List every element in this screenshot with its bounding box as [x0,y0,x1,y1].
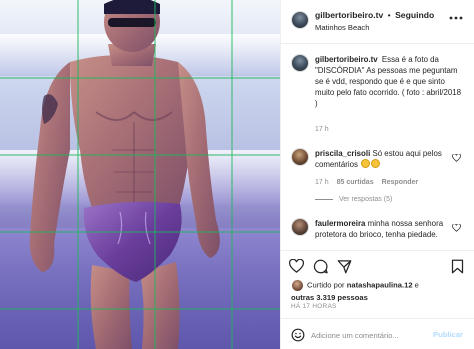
post-actions: Curtido por natashapaulina.12 e outras 3… [281,250,474,316]
comment-input[interactable] [311,327,431,343]
post-timestamp[interactable]: HÁ 17 HORAS [291,303,337,310]
smiling-emoji-icon [361,159,371,168]
caption-username[interactable]: gilbertoribeiro.tv [315,55,378,64]
comment-likes-count[interactable]: 85 curtidas [337,179,374,186]
following-button[interactable]: Seguindo [395,10,434,20]
commenter-username[interactable]: priscila_crisoli [315,149,370,158]
view-replies-label: Ver respostas (5) [339,196,393,203]
photo-grid-overlay [0,0,280,349]
bookmark-icon[interactable] [450,259,465,274]
commenter-avatar[interactable] [291,148,309,166]
reply-button[interactable]: Responder [382,179,419,186]
replies-divider [315,198,333,200]
liked-by-prefix: Curtido por [307,280,345,290]
view-replies-button[interactable]: Ver respostas (5) [315,196,392,203]
smile-icon[interactable] [291,328,305,342]
liked-by: Curtido por natashapaulina.12 e outras 3… [291,279,471,303]
comment-like-heart-icon[interactable] [452,154,461,162]
smiling-emoji-icon [371,159,381,168]
post-side-panel: gilbertoribeiro.tv • Seguindo Matinhos B… [280,0,474,349]
comment-meta: 17 h 85 curtidas Responder [315,179,418,186]
paper-plane-icon[interactable] [337,259,352,274]
comment-like-heart-icon[interactable] [452,224,461,232]
post-photo[interactable] [0,0,280,349]
post-location[interactable]: Matinhos Beach [315,23,369,32]
heart-icon[interactable] [289,259,304,274]
likes-others-count[interactable]: outras 3.319 pessoas [291,293,368,302]
liker-username[interactable]: natashapaulina.12 [347,281,413,290]
header-separator: • [387,10,391,20]
liker-avatar[interactable] [291,279,304,292]
comment-text-block: priscila_crisoli Só estou aqui pelos com… [315,148,451,170]
publish-button[interactable]: Publicar [433,330,463,339]
header-author-line: gilbertoribeiro.tv • Seguindo [315,10,434,20]
author-username[interactable]: gilbertoribeiro.tv [315,10,383,20]
add-comment-bar: Publicar [281,318,474,349]
liked-by-connector: e [414,280,419,290]
caption-text-block: gilbertoribeiro.tv Essa é a foto da "DIS… [315,54,465,109]
more-horizontal-icon[interactable] [449,15,463,21]
caption-time: 17 h [315,126,329,133]
caption-author-avatar[interactable] [291,54,309,72]
post-header: gilbertoribeiro.tv • Seguindo Matinhos B… [281,0,474,44]
comment-bubble-icon[interactable] [313,259,328,274]
comment-time: 17 h [315,179,329,186]
commenter-avatar[interactable] [291,218,309,236]
author-avatar[interactable] [291,11,309,29]
comment-text-block: faulermoreira minha nossa senhora protet… [315,218,451,240]
commenter-username[interactable]: faulermoreira [315,219,365,228]
